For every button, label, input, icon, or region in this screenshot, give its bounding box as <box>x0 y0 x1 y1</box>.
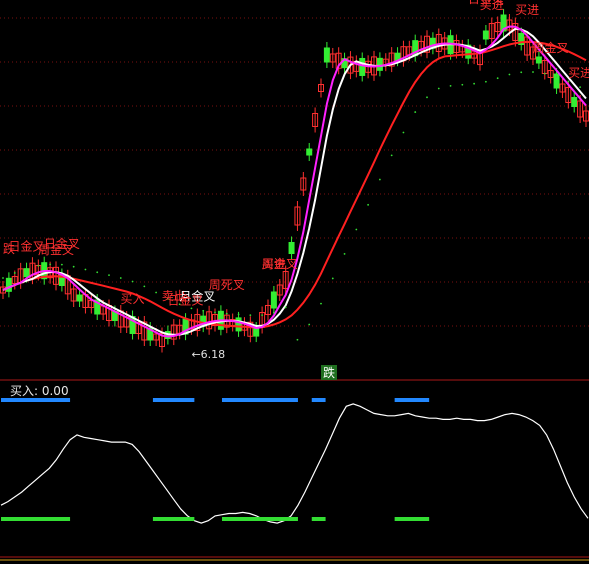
dot-point <box>155 291 158 294</box>
dot-point <box>449 84 452 87</box>
dot-point <box>249 314 252 317</box>
dot-point <box>60 263 63 266</box>
candle-body <box>535 56 542 64</box>
dot-point <box>567 80 570 83</box>
dot-point <box>520 71 523 74</box>
dot-point <box>13 272 16 274</box>
dot-point <box>131 280 134 283</box>
dot-point <box>473 82 476 85</box>
dot-point <box>108 274 110 277</box>
dot-point <box>202 309 205 312</box>
candle-body <box>23 268 30 278</box>
indicator-title-text: 买入: 0.00 <box>10 384 69 398</box>
dot-point <box>261 314 264 317</box>
signal-label: 日金叉 <box>168 293 204 308</box>
dot-point <box>461 83 464 86</box>
dot-point <box>49 263 52 266</box>
dot-point <box>496 77 499 80</box>
price-annotation: ←6.18 <box>191 348 225 361</box>
ma-magenta-line <box>2 25 587 338</box>
indicator-title: 买入: 0.00 <box>10 382 69 399</box>
dot-point <box>343 252 346 255</box>
dot-point <box>426 96 428 99</box>
dot-point <box>37 264 40 267</box>
dot-point <box>284 306 287 309</box>
candle-body <box>323 47 330 63</box>
indicator-line <box>0 403 589 524</box>
candle-body <box>359 57 366 76</box>
dot-point <box>96 271 99 274</box>
dot-point <box>508 73 511 76</box>
signal-label: 跌 <box>3 241 15 256</box>
dot-point <box>237 313 240 316</box>
dot-point <box>214 311 216 314</box>
dot-point <box>555 75 558 78</box>
dot-point <box>532 71 534 73</box>
dot-point <box>2 277 4 279</box>
bottom-tag: 跌 <box>323 365 335 380</box>
candle-body <box>376 57 383 71</box>
dot-point <box>355 228 358 231</box>
dot-point <box>225 312 228 315</box>
ma-white-line <box>2 27 587 336</box>
dot-point <box>414 111 417 113</box>
dot-point <box>390 154 393 157</box>
signal-label: 买入 <box>121 292 145 306</box>
dot-point <box>190 307 193 310</box>
candle-body <box>482 30 489 40</box>
dot-point <box>579 86 582 89</box>
dot-point <box>320 302 322 305</box>
dot-point <box>296 338 299 341</box>
signal-label: 买进 <box>480 0 504 12</box>
dot-point <box>143 285 146 288</box>
dot-point <box>84 268 87 271</box>
candle-body <box>571 97 578 107</box>
dot-point <box>272 311 275 314</box>
candle-body <box>270 291 277 309</box>
dot-point <box>378 178 381 181</box>
indicator-panel <box>0 398 589 524</box>
signal-label: 周金叉 <box>262 256 298 271</box>
candle-body <box>288 242 295 254</box>
candle-body <box>235 317 242 332</box>
dot-point <box>25 267 28 270</box>
stock-chart: 日金叉日金叉周金叉跌买入卖出月金叉周死叉日金叉买进周金叉日金叉买进买进周金叉买进… <box>0 0 589 561</box>
dot-point <box>367 203 370 206</box>
price-panel: 日金叉日金叉周金叉跌买入卖出月金叉周死叉日金叉买进周金叉日金叉买进买进周金叉买进… <box>0 0 589 380</box>
candle-body <box>253 327 260 337</box>
candle-body <box>5 277 12 292</box>
dot-point <box>402 131 405 134</box>
candle-body <box>306 148 313 156</box>
main-gridlines <box>0 17 589 561</box>
signal-label: 周金叉 <box>533 40 569 55</box>
dot-point <box>437 87 440 90</box>
signal-label: 周死叉 <box>209 278 245 292</box>
dot-point <box>331 277 334 280</box>
dot-point <box>543 72 546 75</box>
candles <box>0 9 589 353</box>
candle-body <box>76 294 83 302</box>
dot-point <box>308 323 311 326</box>
signal-label: 周金叉 <box>38 242 74 257</box>
dot-point <box>119 277 122 279</box>
dot-point <box>72 265 75 268</box>
signal-label: 买进 <box>568 66 589 80</box>
dot-point <box>484 80 487 83</box>
signal-label: 买进 <box>515 3 539 17</box>
